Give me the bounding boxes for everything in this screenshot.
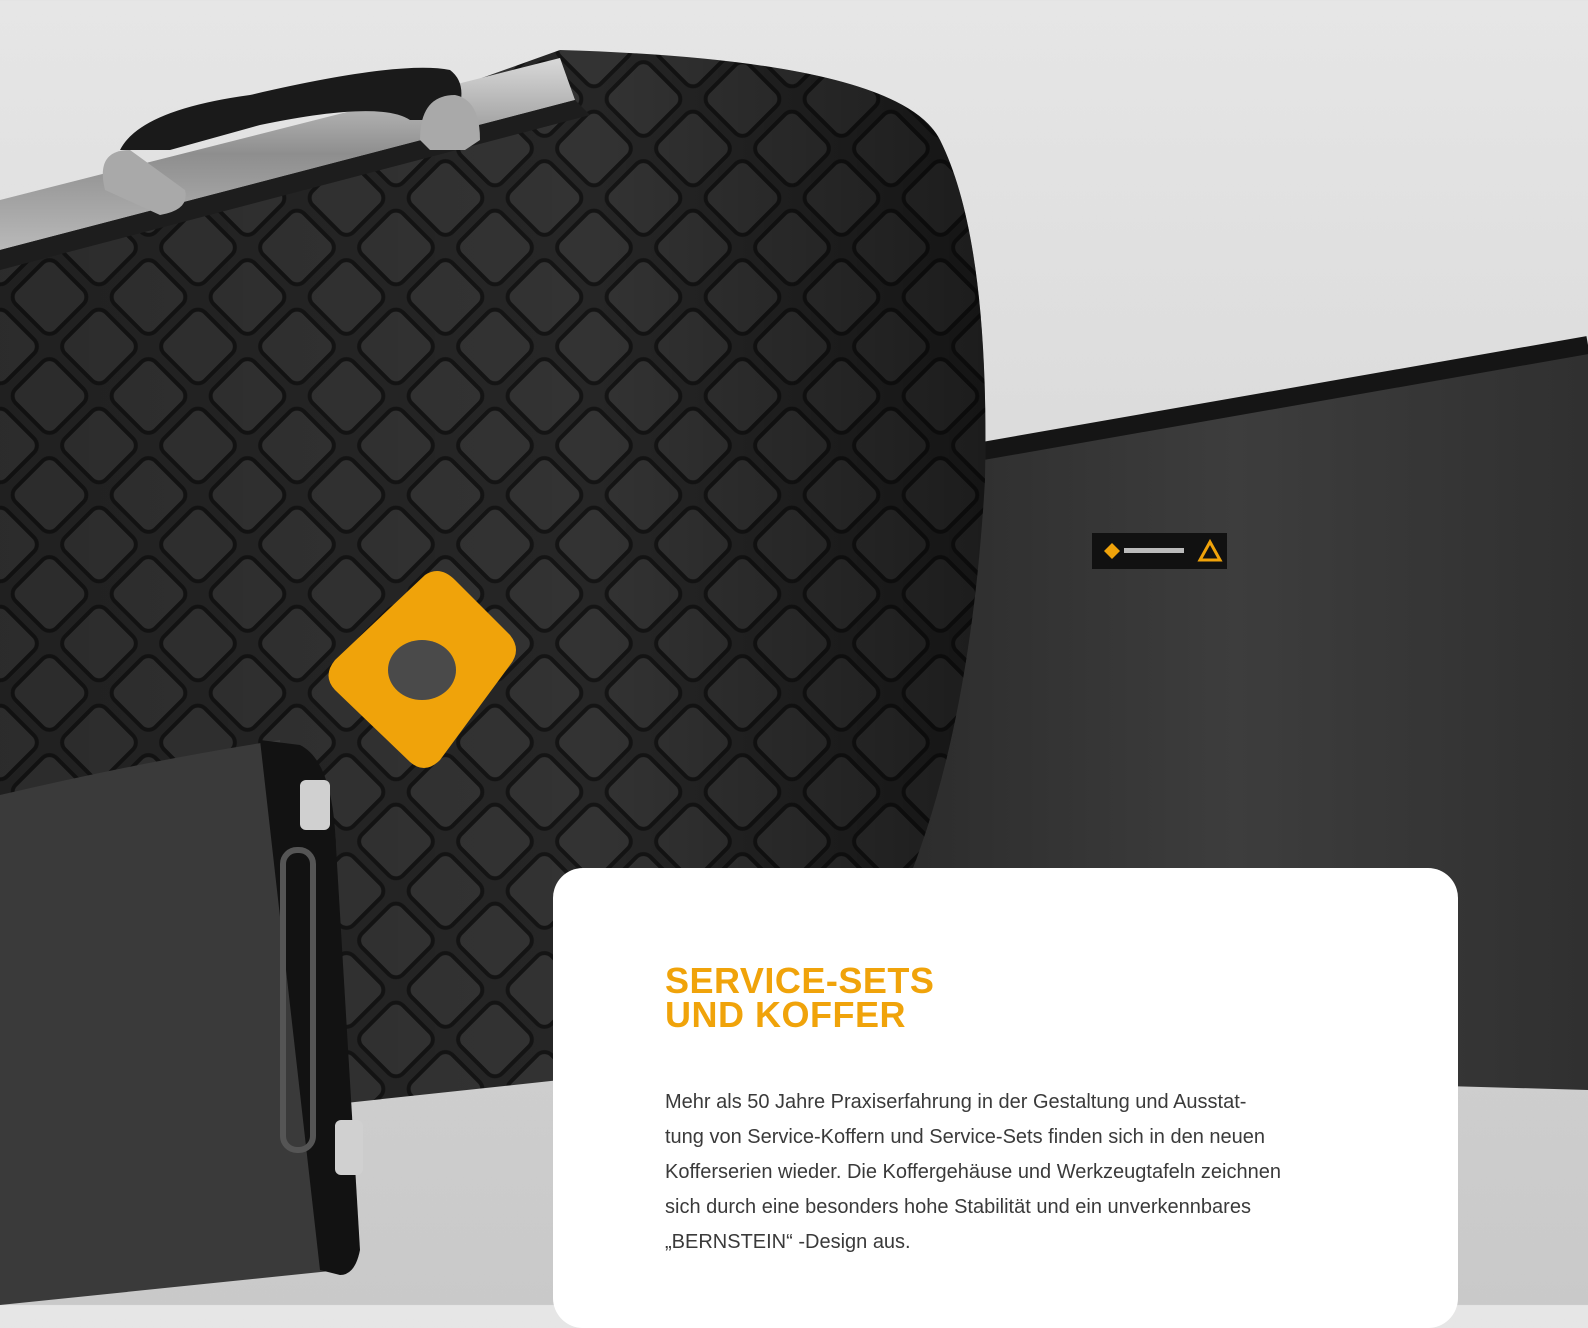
card-title-line: SERVICE-SETS (665, 960, 935, 1001)
info-card: SERVICE-SETS UND KOFFER Mehr als 50 Jahr… (553, 868, 1458, 1328)
card-text-line: sich durch eine besonders hohe Stabilitä… (665, 1196, 1251, 1218)
card-text-line: „BERNSTEIN“ -Design aus. (665, 1231, 911, 1253)
soft-case-left (0, 740, 363, 1305)
card-title-line: UND KOFFER (665, 994, 906, 1035)
card-title: SERVICE-SETS UND KOFFER (665, 960, 1265, 1035)
card-text-line: tung von Service-Koffern und Service-Set… (665, 1126, 1265, 1148)
card-description: Mehr als 50 Jahre Praxiserfahrung in der… (665, 1085, 1345, 1260)
card-text-line: Mehr als 50 Jahre Praxiserfahrung in der… (665, 1091, 1247, 1113)
card-text-line: Kofferserien wieder. Die Koffergehäuse u… (665, 1161, 1281, 1183)
